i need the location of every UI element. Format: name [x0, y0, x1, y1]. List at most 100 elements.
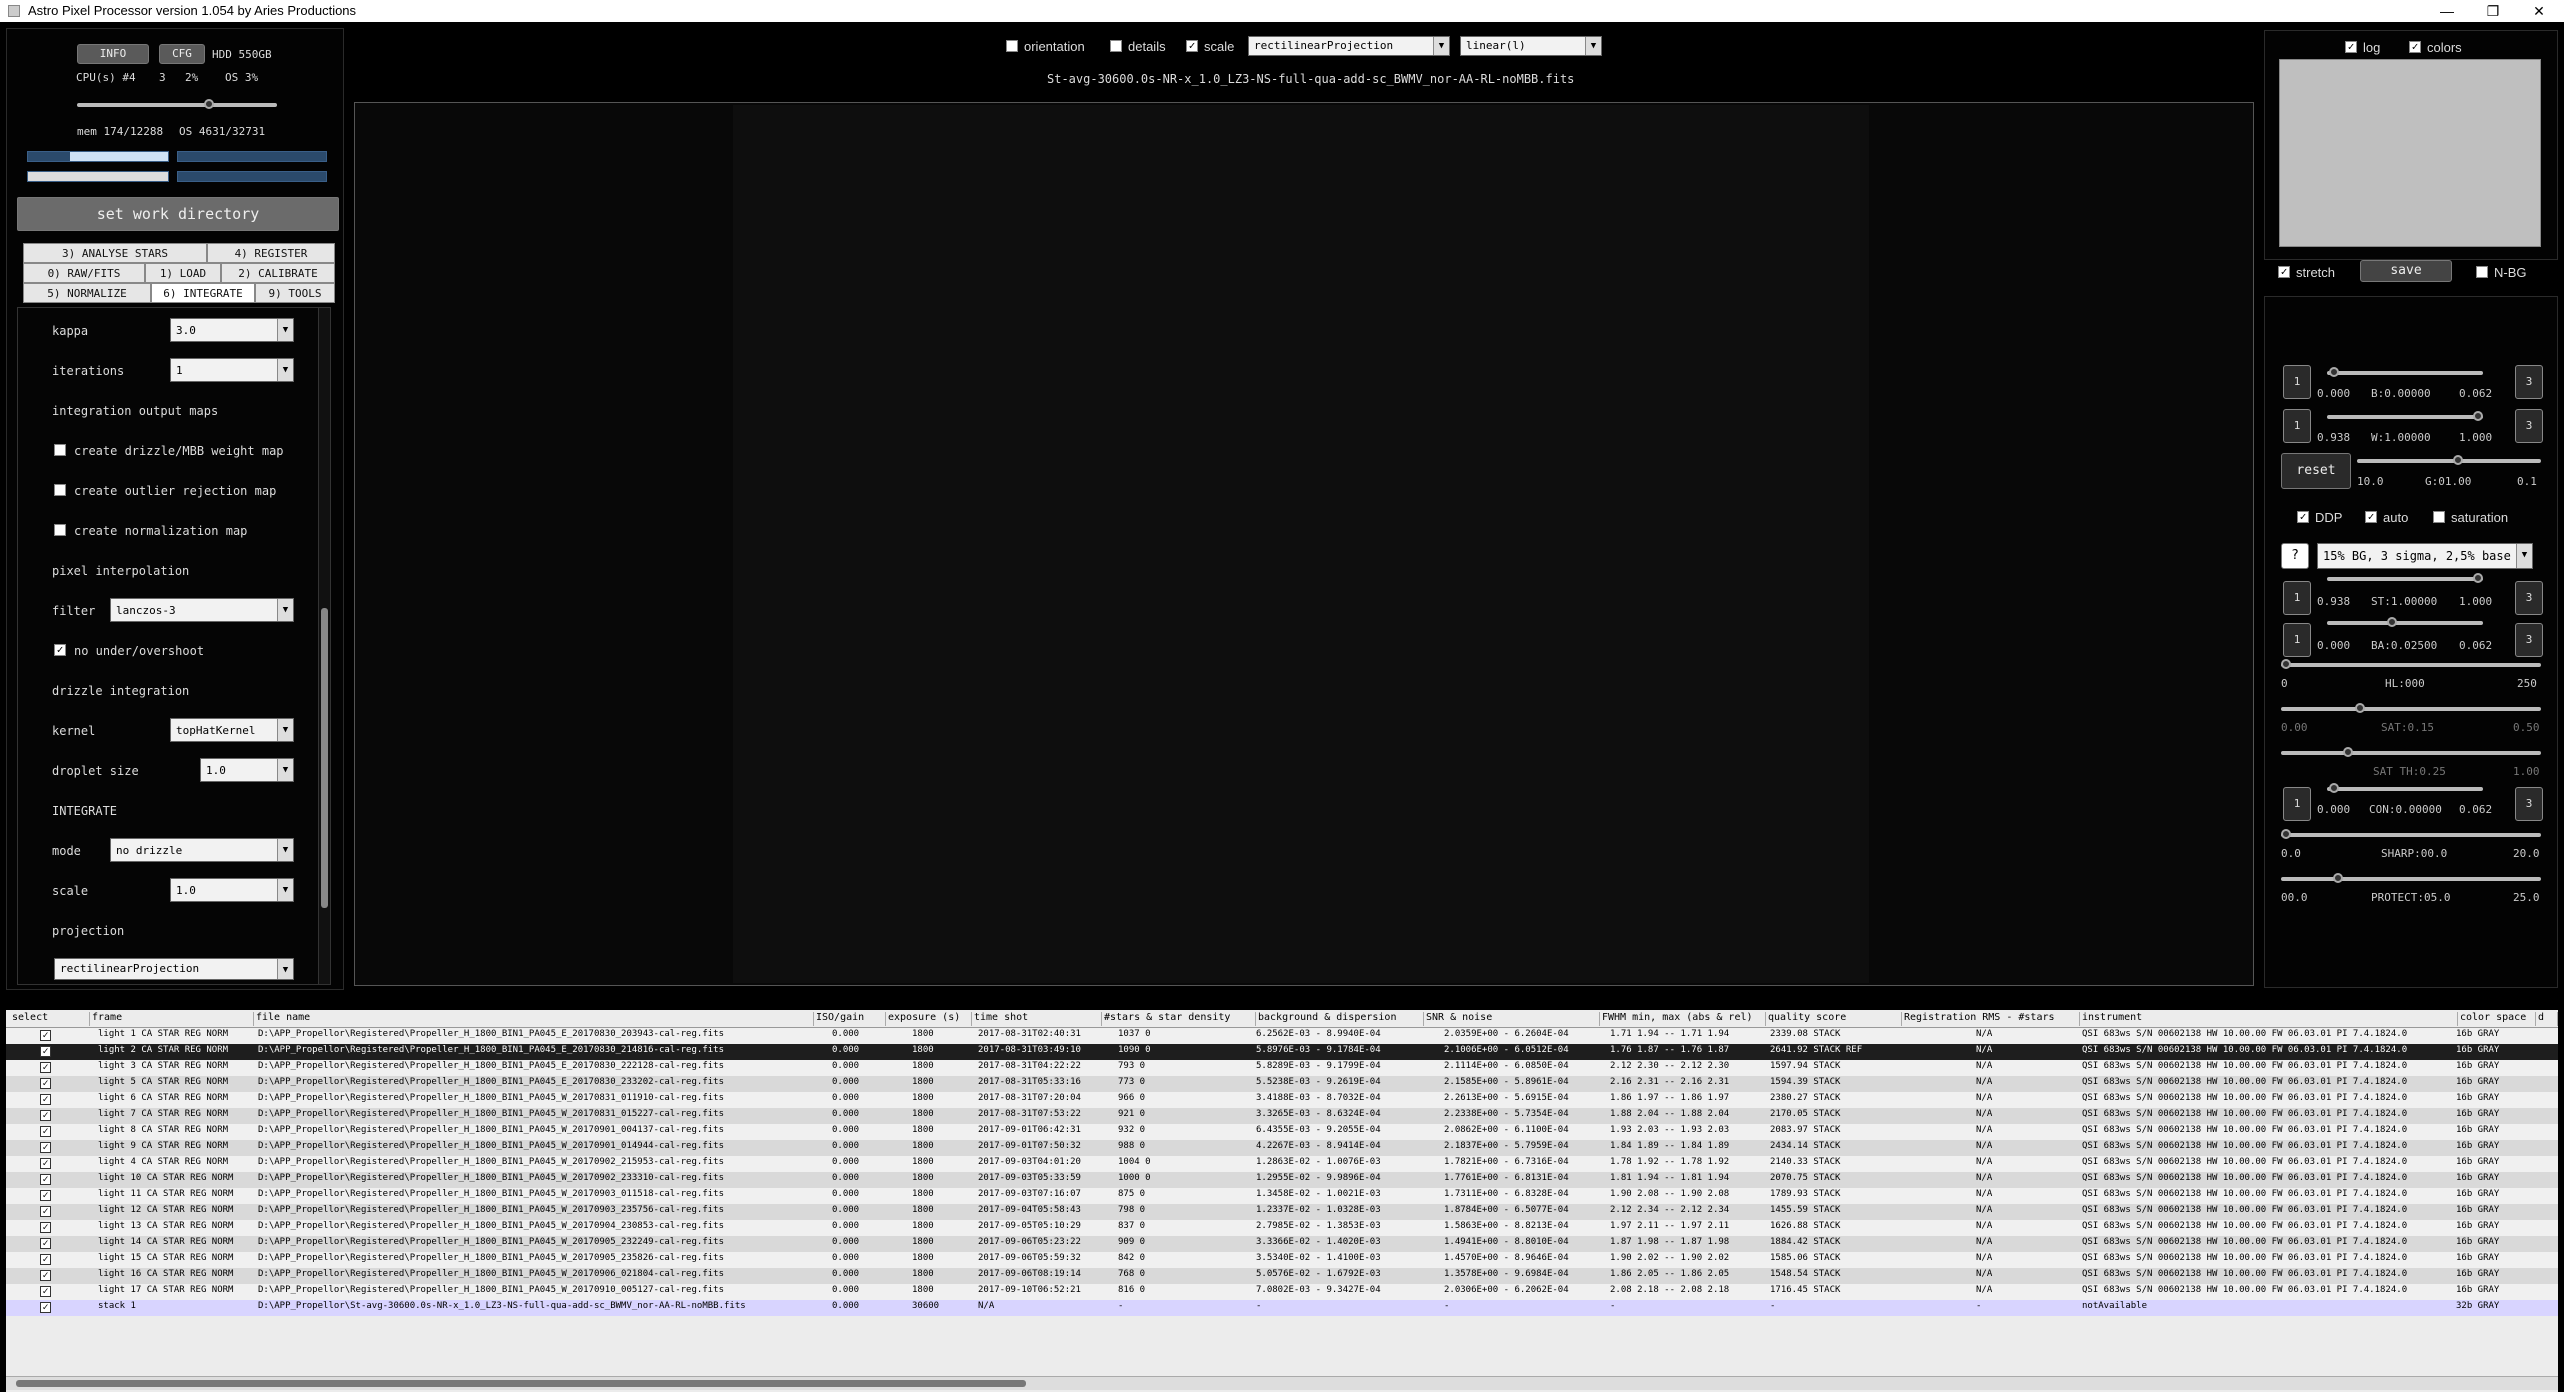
table-row[interactable]: ✓ light 13 CA STAR REG NORM D:\APP_Propell…: [6, 1220, 2558, 1236]
scale-select[interactable]: 1.0 ▼: [170, 878, 294, 902]
column-header[interactable]: frame: [90, 1012, 254, 1026]
sharp-slider-knob[interactable]: [2281, 829, 2291, 839]
st-left-button[interactable]: 1: [2283, 581, 2311, 615]
set-work-directory-button[interactable]: set work directory: [17, 197, 339, 231]
b-slider-knob[interactable]: [2329, 367, 2339, 377]
orientation-checkbox[interactable]: [1006, 40, 1018, 52]
tab-tools[interactable]: 9) TOOLS: [255, 283, 335, 303]
maximize-button[interactable]: ❐: [2470, 0, 2516, 22]
tab-load[interactable]: 1) LOAD: [145, 263, 221, 283]
table-row[interactable]: ✓ light 3 CA STAR REG NORM D:\APP_Propello…: [6, 1060, 2558, 1076]
con-slider-knob[interactable]: [2329, 783, 2339, 793]
ba-slider-knob[interactable]: [2387, 617, 2397, 627]
b-slider[interactable]: [2327, 367, 2483, 377]
save-button[interactable]: save: [2360, 260, 2452, 282]
con-left-button[interactable]: 1: [2283, 787, 2311, 821]
w-slider-knob[interactable]: [2473, 411, 2483, 421]
table-row[interactable]: ✓ light 7 CA STAR REG NORM D:\APP_Propello…: [6, 1108, 2558, 1124]
sat-threshold-slider-knob[interactable]: [2343, 747, 2353, 757]
column-header[interactable]: time shot: [972, 1012, 1102, 1026]
st-slider[interactable]: [2327, 573, 2483, 583]
g-slider[interactable]: [2357, 455, 2541, 465]
image-canvas[interactable]: [733, 105, 1869, 983]
st-slider-knob[interactable]: [2473, 573, 2483, 583]
row-select-checkbox[interactable]: ✓: [40, 1078, 51, 1089]
stretch-checkbox[interactable]: ✓: [2278, 266, 2290, 278]
kernel-select[interactable]: topHatKernel ▼: [170, 718, 294, 742]
row-select-checkbox[interactable]: ✓: [40, 1254, 51, 1265]
table-row[interactable]: ✓ light 8 CA STAR REG NORM D:\APP_Propello…: [6, 1124, 2558, 1140]
row-select-checkbox[interactable]: ✓: [40, 1270, 51, 1281]
w-left-button[interactable]: 1: [2283, 409, 2311, 443]
column-header[interactable]: #stars & star density: [1102, 1012, 1256, 1026]
row-select-checkbox[interactable]: ✓: [40, 1238, 51, 1249]
settings-scrollbar[interactable]: [318, 308, 330, 984]
row-select-checkbox[interactable]: ✓: [40, 1046, 51, 1057]
droplet-size-select[interactable]: 1.0 ▼: [200, 758, 294, 782]
kappa-select[interactable]: 3.0 ▼: [170, 318, 294, 342]
tab-raw-fits[interactable]: 0) RAW/FITS: [23, 263, 145, 283]
row-select-checkbox[interactable]: ✓: [40, 1062, 51, 1073]
colors-checkbox[interactable]: ✓: [2409, 41, 2421, 53]
table-row[interactable]: ✓ light 10 CA STAR REG NORM D:\APP_Propell…: [6, 1172, 2558, 1188]
column-header[interactable]: d: [2536, 1012, 2558, 1026]
column-header[interactable]: background & dispersion: [1256, 1012, 1424, 1026]
row-select-checkbox[interactable]: ✓: [40, 1206, 51, 1217]
b-right-button[interactable]: 3: [2515, 365, 2543, 399]
b-left-button[interactable]: 1: [2283, 365, 2311, 399]
protect-slider-knob[interactable]: [2333, 873, 2343, 883]
row-select-checkbox[interactable]: ✓: [40, 1302, 51, 1313]
column-header[interactable]: ISO/gain: [814, 1012, 886, 1026]
auto-preset-select[interactable]: 15% BG, 3 sigma, 2,5% base ▼: [2317, 543, 2533, 569]
table-row[interactable]: ✓ light 11 CA STAR REG NORM D:\APP_Propell…: [6, 1188, 2558, 1204]
column-header[interactable]: FWHM min, max (abs & rel): [1600, 1012, 1766, 1026]
sat-slider[interactable]: [2281, 703, 2541, 713]
log-checkbox[interactable]: ✓: [2345, 41, 2357, 53]
settings-scrollbar-thumb[interactable]: [321, 608, 328, 908]
projection-select[interactable]: rectilinearProjection ▼: [54, 958, 294, 980]
tab-integrate[interactable]: 6) INTEGRATE: [151, 283, 255, 303]
w-right-button[interactable]: 3: [2515, 409, 2543, 443]
table-row[interactable]: ✓ light 14 CA STAR REG NORM D:\APP_Propell…: [6, 1236, 2558, 1252]
ba-right-button[interactable]: 3: [2515, 623, 2543, 657]
ddp-checkbox[interactable]: ✓: [2297, 511, 2309, 523]
stretch-mode-select[interactable]: linear(l) ▼: [1460, 36, 1602, 56]
undershoot-checkbox[interactable]: ✓: [54, 644, 66, 656]
row-select-checkbox[interactable]: ✓: [40, 1110, 51, 1121]
table-row[interactable]: ✓ light 5 CA STAR REG NORM D:\APP_Propello…: [6, 1076, 2558, 1092]
table-row[interactable]: ✓ light 6 CA STAR REG NORM D:\APP_Propello…: [6, 1092, 2558, 1108]
row-select-checkbox[interactable]: ✓: [40, 1094, 51, 1105]
reset-button[interactable]: reset: [2281, 453, 2351, 489]
column-header[interactable]: exposure (s): [886, 1012, 972, 1026]
table-row[interactable]: ✓ light 2 CA STAR REG NORM D:\APP_Propello…: [6, 1044, 2558, 1060]
row-select-checkbox[interactable]: ✓: [40, 1174, 51, 1185]
outlier-map-checkbox[interactable]: [54, 484, 66, 496]
column-header[interactable]: color space: [2458, 1012, 2536, 1026]
iterations-select[interactable]: 1 ▼: [170, 358, 294, 382]
cfg-button[interactable]: CFG: [159, 44, 205, 64]
saturation-checkbox[interactable]: [2433, 511, 2445, 523]
info-button[interactable]: INFO: [77, 44, 149, 64]
tab-analyse-stars[interactable]: 3) ANALYSE STARS: [23, 243, 207, 263]
st-right-button[interactable]: 3: [2515, 581, 2543, 615]
table-row[interactable]: ✓ light 12 CA STAR REG NORM D:\APP_Propell…: [6, 1204, 2558, 1220]
column-header[interactable]: SNR & noise: [1424, 1012, 1600, 1026]
sat-threshold-slider[interactable]: [2281, 747, 2541, 757]
nbg-checkbox[interactable]: [2476, 266, 2488, 278]
projection-view-select[interactable]: rectilinearProjection ▼: [1248, 36, 1450, 56]
row-select-checkbox[interactable]: ✓: [40, 1142, 51, 1153]
weight-map-checkbox[interactable]: [54, 444, 66, 456]
table-row[interactable]: ✓ light 17 CA STAR REG NORM D:\APP_Propell…: [6, 1284, 2558, 1300]
protect-slider[interactable]: [2281, 873, 2541, 883]
table-row[interactable]: ✓ stack 1 D:\APP_Propellor\St-avg-30600.0s…: [6, 1300, 2558, 1316]
row-select-checkbox[interactable]: ✓: [40, 1158, 51, 1169]
row-select-checkbox[interactable]: ✓: [40, 1030, 51, 1041]
sharp-slider[interactable]: [2281, 829, 2541, 839]
tab-normalize[interactable]: 5) NORMALIZE: [23, 283, 151, 303]
table-horizontal-scrollbar[interactable]: [6, 1376, 2558, 1390]
cpu-slider[interactable]: [77, 99, 277, 109]
column-header[interactable]: file name: [254, 1012, 814, 1026]
tab-calibrate[interactable]: 2) CALIBRATE: [221, 263, 335, 283]
row-select-checkbox[interactable]: ✓: [40, 1126, 51, 1137]
row-select-checkbox[interactable]: ✓: [40, 1286, 51, 1297]
